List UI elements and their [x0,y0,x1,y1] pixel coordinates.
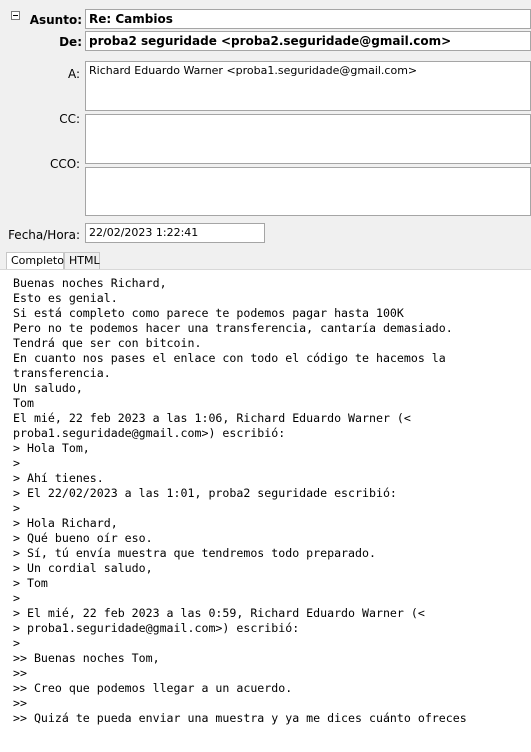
body-line: El mié, 22 feb 2023 a las 1:06, Richard … [13,411,411,425]
body-line: > Un cordial saludo, [13,561,153,575]
body-line: Pero no te podemos hacer una transferenc… [13,321,453,335]
message-body-text[interactable]: Buenas noches Richard, Esto es genial. Si … [13,276,467,726]
body-line: >> Buenas noches Tom, [13,651,160,665]
body-line: Tom [13,396,34,410]
body-line: > Sí, tú envía muestra que tendremos tod… [13,546,376,560]
body-line: proba1.seguridade@gmail.com>) escribió: [13,426,286,440]
body-line: > [13,636,20,650]
body-line: Si está completo como parece te podemos … [13,306,404,320]
body-line: > Qué bueno oír eso. [13,531,153,545]
subject-field[interactable]: Re: Cambios [85,9,531,29]
view-tabs: Completo HTML [0,252,531,270]
body-line: > proba1.seguridade@gmail.com>) escribió… [13,621,300,635]
cc-label: CC: [59,112,80,126]
to-label: A: [67,67,80,81]
body-line: > Hola Tom, [13,441,90,455]
body-line: > [13,501,20,515]
cc-field[interactable] [85,114,531,164]
minus-icon [13,15,18,16]
bcc-field[interactable] [85,167,531,216]
body-line: >> [13,696,27,710]
body-line: > [13,591,20,605]
body-line: Un saludo, [13,381,83,395]
body-line: Esto es genial. [13,291,118,305]
body-line: transferencia. [13,366,111,380]
from-label: De: [59,35,82,49]
tab-html[interactable]: HTML [64,252,100,269]
message-header-panel: Asunto: Re: Cambios De: proba2 seguridad… [0,0,531,252]
collapse-header-button[interactable] [11,11,20,20]
date-field[interactable]: 22/02/2023 1:22:41 [85,223,265,243]
body-line: >> Creo que podemos llegar a un acuerdo. [13,681,293,695]
body-line: >> [13,666,27,680]
body-line: > Tom [13,576,48,590]
body-line: En cuanto nos pases el enlace con todo e… [13,351,446,365]
body-line: > Ahí tienes. [13,471,104,485]
to-field[interactable]: Richard Eduardo Warner <proba1.seguridad… [85,61,531,111]
body-line: > El 22/02/2023 a las 1:01, proba2 segur… [13,486,397,500]
from-field[interactable]: proba2 seguridade <proba2.seguridade@gma… [85,31,531,51]
body-line: > [13,456,20,470]
body-line: >> Quizá te pueda enviar una muestra y y… [13,711,467,725]
body-line: Tendrá que ser con bitcoin. [13,336,202,350]
date-label: Fecha/Hora: [8,228,80,242]
body-line: > Hola Richard, [13,516,118,530]
body-line: > El mié, 22 feb 2023 a las 0:59, Richar… [13,606,425,620]
body-line: Buenas noches Richard, [13,276,167,290]
subject-label: Asunto: [29,13,82,27]
tab-completo[interactable]: Completo [6,252,64,270]
bcc-label: CCO: [49,157,80,171]
message-body-area[interactable]: Buenas noches Richard, Esto es genial. Si … [0,269,531,752]
